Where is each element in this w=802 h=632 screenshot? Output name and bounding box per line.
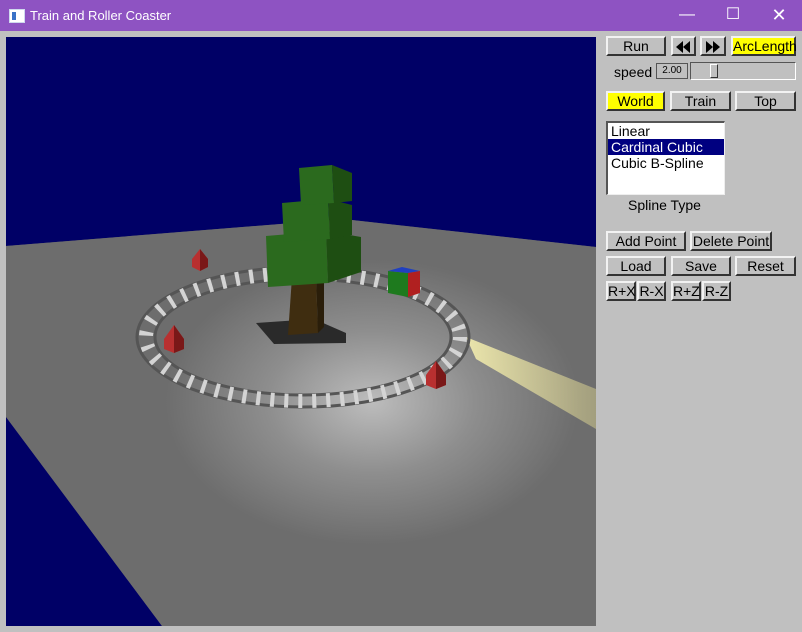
spline-option-linear[interactable]: Linear [608, 123, 724, 139]
tree-trunk [288, 277, 318, 335]
fast-forward-button[interactable] [700, 36, 726, 56]
rotate-plus-z-button[interactable]: R+Z [671, 281, 701, 301]
run-button[interactable]: Run [606, 36, 666, 56]
rotate-minus-z-button[interactable]: R-Z [702, 281, 731, 301]
view-train-button[interactable]: Train [670, 91, 731, 111]
rewind-icon [675, 38, 692, 53]
speed-label: speed [614, 64, 653, 80]
spline-option-cubic-b-spline[interactable]: Cubic B-Spline [608, 155, 724, 171]
load-button[interactable]: Load [606, 256, 666, 276]
speed-slider[interactable] [690, 62, 796, 80]
maximize-icon[interactable]: ☐ [710, 0, 756, 31]
tree-foliage-mid-side [328, 199, 352, 239]
3d-viewport[interactable] [6, 37, 596, 626]
scene-render [6, 165, 596, 626]
spline-type-list[interactable]: Linear Cardinal Cubic Cubic B-Spline [606, 121, 725, 195]
spline-option-cardinal-cubic[interactable]: Cardinal Cubic [608, 139, 724, 155]
speed-slider-thumb[interactable] [710, 64, 718, 78]
reset-button[interactable]: Reset [735, 256, 796, 276]
title-bar: Train and Roller Coaster — ☐ ✕ [0, 0, 802, 31]
app-icon [9, 9, 25, 23]
train-car-side [408, 271, 420, 297]
close-icon[interactable]: ✕ [756, 0, 802, 31]
spline-type-label: Spline Type [628, 197, 701, 213]
tree-foliage-top [299, 165, 334, 205]
speed-value: 2.00 [656, 63, 688, 79]
arclength-toggle[interactable]: ArcLength [731, 36, 797, 56]
rotate-minus-x-button[interactable]: R-X [637, 281, 666, 301]
rotate-plus-x-button[interactable]: R+X [606, 281, 636, 301]
add-point-button[interactable]: Add Point [606, 231, 686, 251]
fast-forward-icon [705, 38, 721, 53]
window-title: Train and Roller Coaster [30, 8, 172, 23]
rewind-button[interactable] [671, 36, 696, 56]
view-top-button[interactable]: Top [735, 91, 796, 111]
train-car [388, 271, 408, 297]
save-button[interactable]: Save [671, 256, 731, 276]
delete-point-button[interactable]: Delete Point [690, 231, 772, 251]
tree-foliage-mid [282, 199, 330, 242]
view-world-button[interactable]: World [606, 91, 665, 111]
tree-foliage-top-side [332, 165, 352, 203]
minimize-icon[interactable]: — [664, 0, 710, 31]
